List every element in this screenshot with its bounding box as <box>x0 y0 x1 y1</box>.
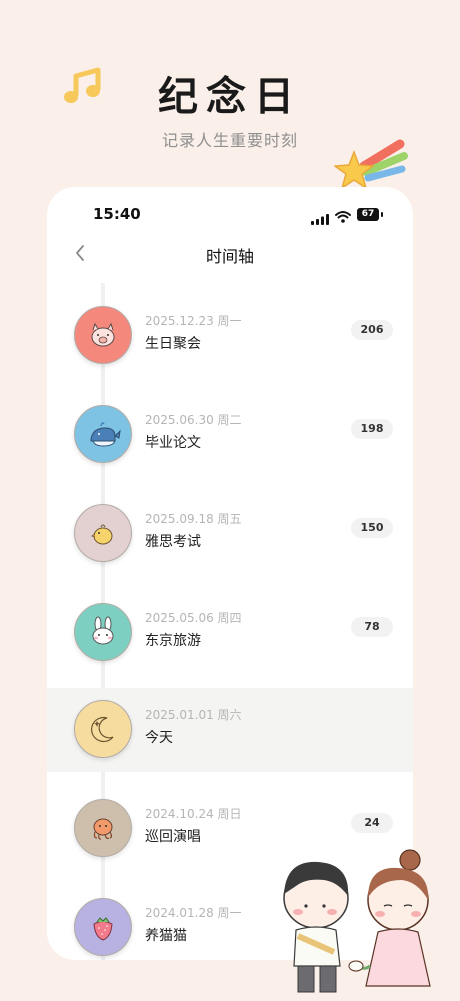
event-name: 雅思考试 <box>145 534 201 550</box>
wifi-icon <box>335 208 351 223</box>
days-badge: 206 <box>351 320 393 340</box>
event-date: 2025.09.18 周五 <box>145 512 242 526</box>
nav-title: 时间轴 <box>205 247 254 266</box>
phone-screen: 15:40 67 时间轴 2025.12.23 周一 生日聚会 206 2025… <box>47 187 413 960</box>
timeline-item-1[interactable]: 2025.06.30 周二 毕业论文 198 <box>47 393 413 477</box>
timeline-item-3[interactable]: 2025.05.06 周四 东京旅游 78 <box>47 591 413 675</box>
event-name: 东京旅游 <box>145 633 201 649</box>
days-badge: 198 <box>351 419 393 439</box>
battery-icon: 67 <box>357 208 379 221</box>
event-date: 2024.01.28 周一 <box>145 906 242 920</box>
event-name: 生日聚会 <box>145 336 201 352</box>
nav-bar: 时间轴 <box>47 239 413 269</box>
status-bar: 15:40 67 <box>47 203 413 227</box>
days-badge: 78 <box>351 617 393 637</box>
pig-icon <box>74 306 132 364</box>
status-time: 15:40 <box>93 205 141 223</box>
moon-icon <box>74 700 132 758</box>
timeline-item-today[interactable]: 2025.01.01 周六 今天 <box>47 688 413 772</box>
status-icons: 67 <box>311 207 383 225</box>
days-badge: 150 <box>351 518 393 538</box>
signal-icon <box>311 210 329 225</box>
days-badge: 24 <box>351 813 393 833</box>
couple-illustration <box>258 848 458 997</box>
event-date: 2025.01.01 周六 <box>145 708 242 722</box>
octopus-icon <box>74 799 132 857</box>
event-date: 2024.10.24 周日 <box>145 807 242 821</box>
battery-cap <box>381 212 383 217</box>
event-date: 2025.05.06 周四 <box>145 611 242 625</box>
chick-icon <box>74 504 132 562</box>
timeline-item-2[interactable]: 2025.09.18 周五 雅思考试 150 <box>47 492 413 576</box>
event-date: 2025.06.30 周二 <box>145 413 242 427</box>
event-date: 2025.12.23 周一 <box>145 314 242 328</box>
bunny-icon <box>74 603 132 661</box>
page-title: 纪念日 <box>158 74 302 120</box>
event-name: 今天 <box>145 730 173 746</box>
event-name: 毕业论文 <box>145 435 201 451</box>
strawberry-icon <box>74 898 132 956</box>
event-name: 养猫猫 <box>145 928 187 944</box>
event-name: 巡回演唱 <box>145 829 201 845</box>
timeline-item-0[interactable]: 2025.12.23 周一 生日聚会 206 <box>47 294 413 378</box>
whale-icon <box>74 405 132 463</box>
